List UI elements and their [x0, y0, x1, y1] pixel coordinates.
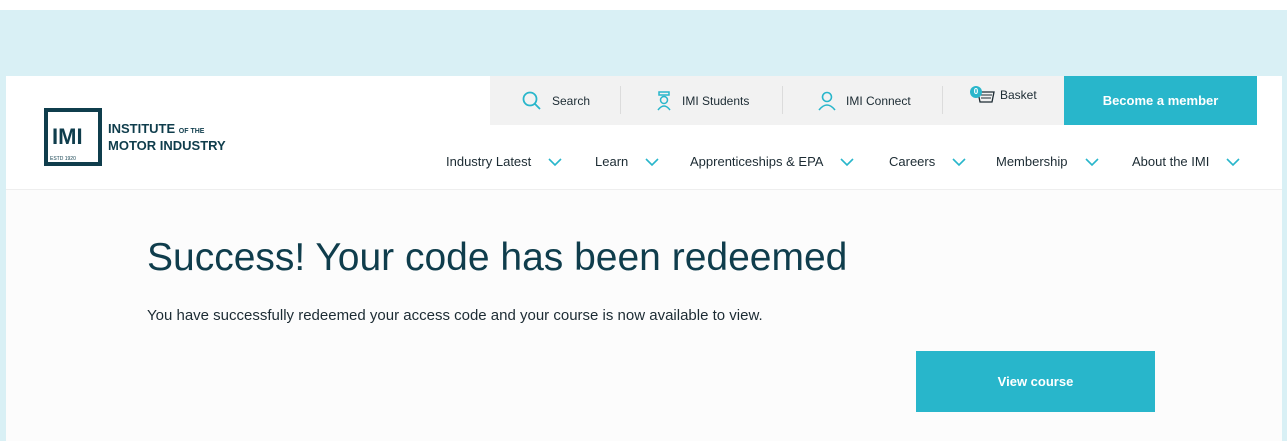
imi-connect-link[interactable]: IMI Connect: [818, 76, 911, 125]
students-label: IMI Students: [682, 93, 750, 108]
nav-label: Membership: [996, 154, 1068, 169]
nav-label: About the IMI: [1132, 154, 1210, 169]
logo-line1: INSTITUTE: [108, 121, 176, 136]
nav-item-careers[interactable]: Careers: [889, 154, 967, 169]
logo-line1-small: OF THE: [178, 128, 205, 135]
chevron-down-icon: [645, 157, 659, 166]
logo-wordmark: INSTITUTE OF THE MOTOR INDUSTRY: [108, 122, 226, 153]
nav-item-apprenticeships[interactable]: Apprenticeships & EPA: [690, 154, 855, 169]
divider: [942, 86, 943, 114]
chevron-down-icon: [1084, 157, 1099, 166]
divider: [620, 86, 621, 114]
nav-item-learn[interactable]: Learn: [595, 154, 660, 169]
view-course-button[interactable]: View course: [916, 351, 1155, 412]
logo-line2: MOTOR INDUSTRY: [108, 138, 226, 153]
nav-label: Learn: [595, 154, 629, 169]
nav-item-membership[interactable]: Membership: [996, 154, 1100, 169]
graduate-icon: [657, 90, 671, 110]
chevron-down-icon: [840, 157, 855, 166]
imi-logo[interactable]: IMI ESTD 1920 INSTITUTE OF THE MOTOR IND…: [44, 108, 254, 168]
connect-label: IMI Connect: [846, 93, 911, 108]
chevron-down-icon: [952, 157, 966, 166]
chevron-down-icon: [1226, 157, 1240, 166]
imi-students-link[interactable]: IMI Students: [656, 76, 749, 125]
chevron-down-icon: [548, 157, 562, 166]
top-white-band: [0, 0, 1287, 10]
search-icon: [522, 91, 541, 110]
logo-mark: IMI ESTD 1920: [44, 108, 102, 166]
basket-count: 0: [970, 85, 982, 98]
search-label: Search: [552, 93, 591, 108]
nav-item-about[interactable]: About the IMI: [1132, 154, 1241, 169]
nav-label: Industry Latest: [446, 154, 532, 169]
basket-label: Basket: [1000, 87, 1037, 102]
success-message: You have successfully redeemed your acce…: [147, 307, 763, 324]
divider: [782, 86, 783, 114]
utility-bar: Search IMI Students IMI Connect 0 Basket: [490, 76, 1064, 125]
nav-label: Careers: [889, 154, 936, 169]
basket-icon: 0: [970, 84, 996, 106]
logo-established: ESTD 1920: [50, 156, 76, 162]
site-header: IMI ESTD 1920 INSTITUTE OF THE MOTOR IND…: [6, 76, 1282, 190]
page-title: Success! Your code has been redeemed: [147, 236, 848, 279]
user-icon: [818, 91, 836, 111]
search-link[interactable]: Search: [522, 76, 590, 125]
nav-label: Apprenticeships & EPA: [690, 154, 824, 169]
logo-mark-text: IMI: [52, 124, 83, 149]
basket-link[interactable]: 0 Basket: [970, 70, 1037, 119]
become-member-button[interactable]: Become a member: [1064, 76, 1257, 125]
nav-item-industry-latest[interactable]: Industry Latest: [446, 154, 563, 169]
page-container: IMI ESTD 1920 INSTITUTE OF THE MOTOR IND…: [6, 76, 1282, 441]
